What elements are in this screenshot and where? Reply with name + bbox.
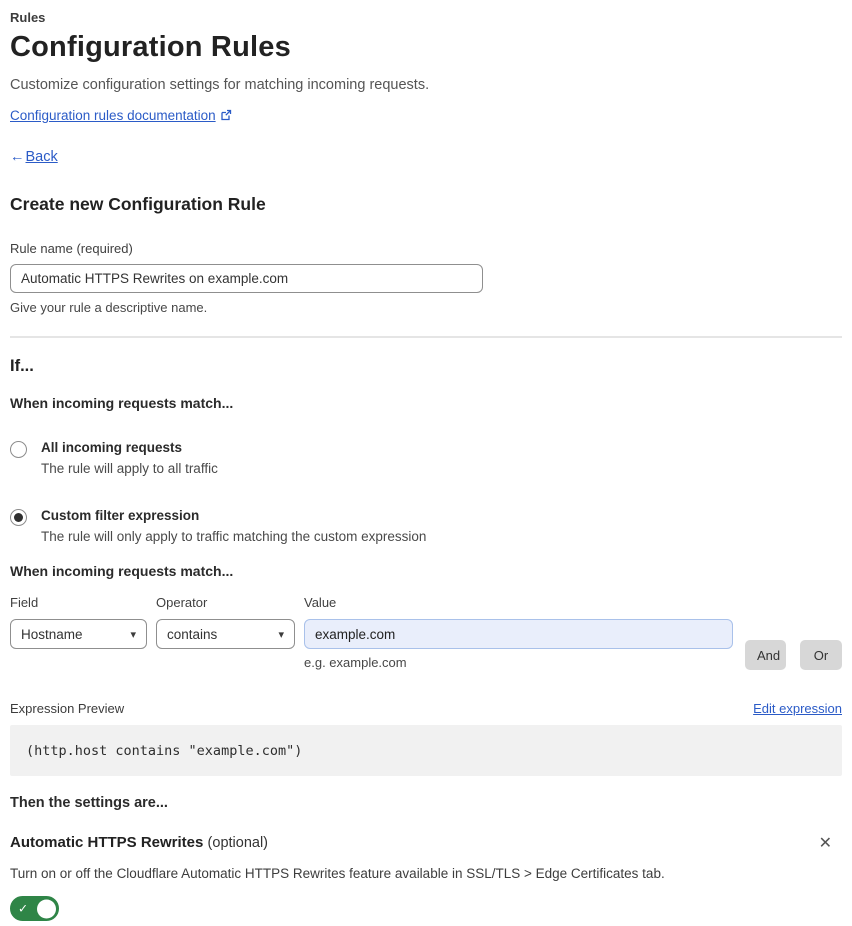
page-title: Configuration Rules [10,31,291,63]
and-button[interactable]: And [745,640,786,670]
operator-select[interactable]: contains ▾ [156,619,295,649]
field-column: Field Hostname ▾ [10,595,147,670]
setting-description: Turn on or off the Cloudflare Automatic … [10,866,665,881]
and-or-buttons: And Or [745,595,842,670]
rule-name-label: Rule name (required) [10,241,133,256]
or-button[interactable]: Or [800,640,842,670]
edit-expression-link[interactable]: Edit expression [753,701,842,716]
operator-label: Operator [156,595,208,610]
expression-code: (http.host contains "example.com") [26,742,303,759]
page-subtitle: Customize configuration settings for mat… [10,77,430,93]
if-title: If... [10,357,34,375]
field-select[interactable]: Hostname ▾ [10,619,147,649]
expression-code-block: (http.host contains "example.com") [10,725,842,776]
radio-option-all-requests[interactable]: All incoming requests The rule will appl… [10,440,842,476]
expression-builder-row: Field Hostname ▾ Operator contains ▾ Val… [10,595,842,670]
value-column: Value e.g. example.com [304,595,733,670]
create-rule-title: Create new Configuration Rule [10,194,266,214]
radio-unselected-icon[interactable] [10,441,27,458]
value-help: e.g. example.com [304,655,407,670]
setting-optional-label: (optional) [207,835,268,851]
radio-option-custom-filter[interactable]: Custom filter expression The rule will o… [10,508,842,544]
radio-option-texts: Custom filter expression The rule will o… [41,508,426,544]
chevron-down-icon: ▾ [278,628,284,641]
expression-builder-title: When incoming requests match... [10,563,234,579]
setting-name: Automatic HTTPS Rewrites (optional) [10,834,268,851]
radio-option-description: The rule will apply to all traffic [41,461,218,476]
https-rewrites-toggle[interactable]: ✓ [10,896,59,921]
check-icon: ✓ [18,901,29,916]
setting-name-bold: Automatic HTTPS Rewrites [10,834,204,851]
back-arrow-icon: ← [10,149,25,165]
radio-option-label: Custom filter expression [41,508,200,523]
radio-selected-icon[interactable] [10,509,27,526]
back-link-row: ←Back [10,149,842,165]
operator-column: Operator contains ▾ [156,595,295,670]
then-settings-title: Then the settings are... [10,795,168,811]
rule-name-help: Give your rule a descriptive name. [10,300,208,315]
external-link-icon [220,109,232,124]
field-label: Field [10,595,39,610]
breadcrumb: Rules [10,10,46,25]
documentation-link[interactable]: Configuration rules documentation [10,108,216,123]
value-input[interactable] [304,619,733,649]
rule-name-input[interactable] [10,264,483,293]
toggle-knob[interactable] [37,899,56,918]
documentation-link-row: Configuration rules documentation [10,108,842,124]
close-icon[interactable]: ✕ [815,834,836,854]
match-title: When incoming requests match... [10,395,234,411]
expression-preview-label: Expression Preview [10,701,125,716]
section-divider [10,336,842,338]
chevron-down-icon: ▾ [130,628,136,641]
back-link[interactable]: Back [26,149,58,165]
setting-header-row: Automatic HTTPS Rewrites (optional) ✕ [10,834,842,854]
expression-preview-row: Expression Preview Edit expression [10,701,842,716]
value-label: Value [304,595,337,610]
radio-option-texts: All incoming requests The rule will appl… [41,440,218,476]
field-select-value: Hostname [21,626,83,642]
radio-option-description: The rule will only apply to traffic matc… [41,529,427,544]
radio-option-label: All incoming requests [41,440,183,455]
operator-select-value: contains [167,626,218,642]
